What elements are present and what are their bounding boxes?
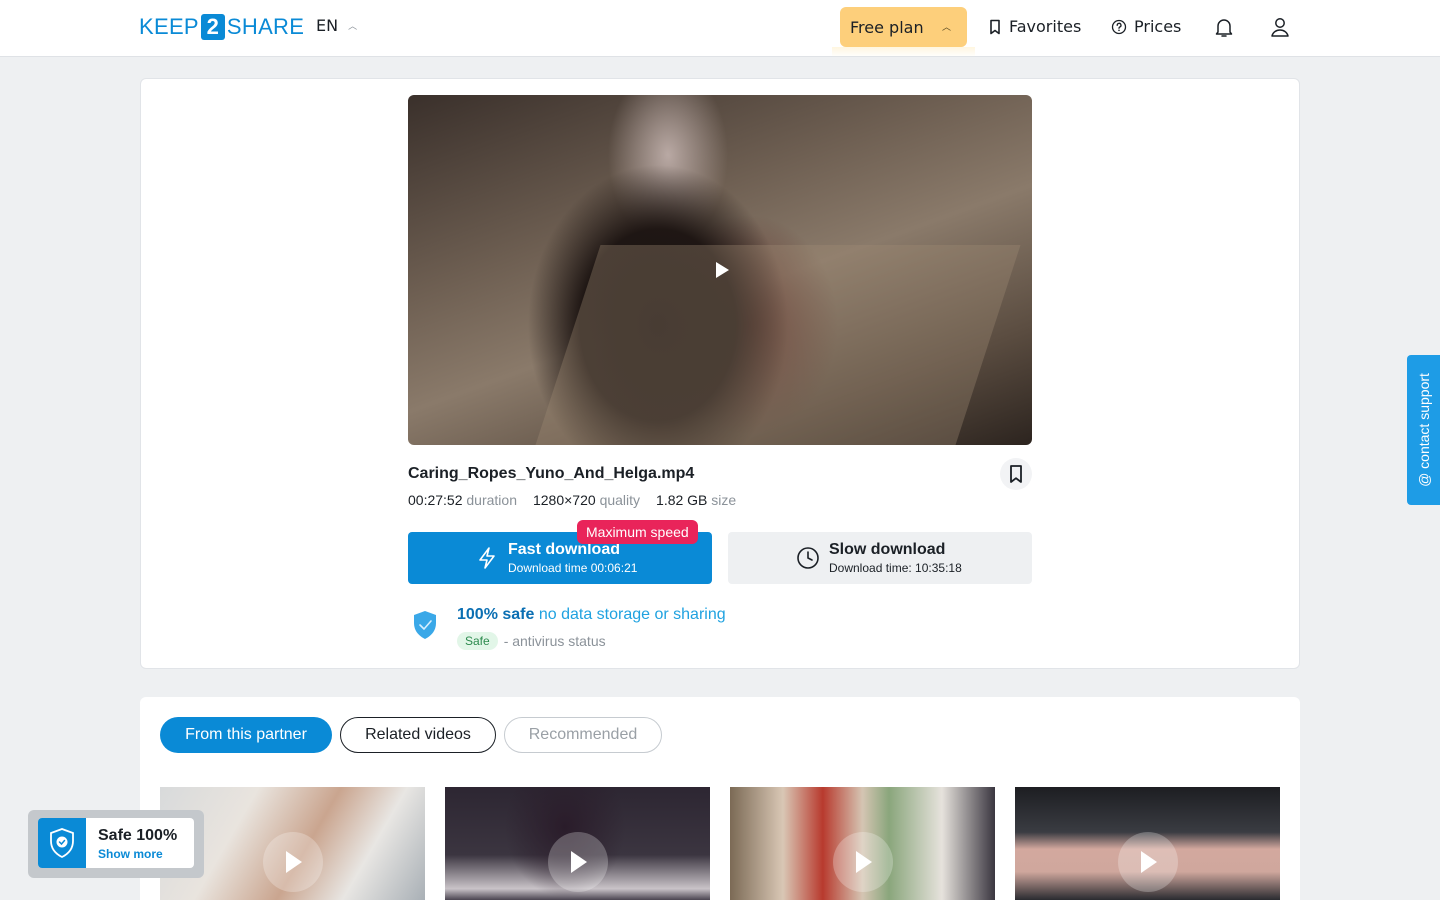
shield-box: [38, 818, 86, 868]
safe-badge: Safe: [457, 632, 498, 650]
free-plan-glow: [832, 47, 975, 57]
antivirus-status: Safe - antivirus status: [457, 632, 606, 650]
slow-download-button[interactable]: Slow download Download time: 10:35:18: [728, 532, 1032, 584]
shield-check-icon: [50, 828, 74, 858]
contact-support-label: @ contact support: [1415, 373, 1432, 487]
language-label: EN: [316, 16, 339, 35]
favorites-label: Favorites: [1009, 17, 1082, 36]
video-thumbnail[interactable]: [730, 787, 995, 900]
quality-value: 1280×720: [532, 492, 596, 508]
prices-link[interactable]: Prices: [1111, 17, 1181, 36]
favorites-link[interactable]: Favorites: [988, 17, 1081, 36]
keep2share-logo[interactable]: KEEP 2 SHARE: [139, 14, 304, 40]
slow-download-title: Slow download: [829, 541, 946, 558]
show-more-link[interactable]: Show more: [98, 847, 163, 861]
duration-value: 00:27:52: [408, 492, 463, 508]
quality-label: quality: [599, 492, 641, 508]
fast-download-time: Download time 00:06:21: [508, 561, 638, 575]
play-icon: [856, 851, 872, 873]
safe-widget-title: Safe 100%: [98, 827, 178, 844]
prices-label: Prices: [1134, 17, 1182, 36]
lightning-icon: [479, 547, 495, 569]
size-meta: 1.82 GB size: [656, 492, 736, 508]
duration-meta: 00:27:52 duration: [408, 492, 517, 508]
account-button[interactable]: [1268, 15, 1292, 43]
safety-statement: 100% safe no data storage or sharing: [457, 606, 726, 624]
chevron-up-icon: ︿: [941, 23, 951, 33]
top-header: KEEP 2 SHARE EN ︿ Free plan ︿ Favorites Pr…: [0, 0, 1440, 57]
add-to-favorites-button[interactable]: [1000, 458, 1032, 490]
help-circle-icon: [1111, 19, 1127, 34]
slow-download-time: Download time: 10:35:18: [829, 561, 962, 575]
maximum-speed-badge: Maximum speed: [577, 520, 698, 544]
notifications-button[interactable]: [1212, 15, 1236, 43]
size-label: size: [711, 492, 737, 508]
shield-check-icon: [414, 611, 436, 639]
file-name: Caring_Ropes_Yuno_And_Helga.mp4: [408, 465, 695, 482]
language-selector[interactable]: EN ︿: [316, 16, 357, 35]
safety-bold: 100% safe: [457, 606, 535, 623]
clock-icon: [797, 547, 819, 569]
safe-widget[interactable]: Safe 100% Show more: [38, 818, 194, 868]
play-button[interactable]: [833, 832, 893, 892]
video-thumbnail[interactable]: [1015, 787, 1280, 900]
file-metadata: 00:27:52 duration 1280×720 quality 1.82 …: [408, 492, 736, 508]
duration-label: duration: [466, 492, 517, 508]
logo-text-keep: KEEP: [139, 14, 199, 39]
bookmark-icon: [1010, 465, 1022, 483]
play-button[interactable]: [548, 832, 608, 892]
video-frame-floor: [535, 245, 1021, 445]
video-player[interactable]: [408, 95, 1032, 445]
bookmark-icon: [990, 19, 1000, 34]
bell-icon: [1215, 19, 1233, 37]
tab-related-videos[interactable]: Related videos: [340, 717, 496, 753]
contact-support-button[interactable]: @ contact support: [1407, 355, 1440, 505]
free-plan-label: Free plan: [850, 17, 924, 37]
tab-recommended[interactable]: Recommended: [504, 717, 662, 753]
chevron-up-icon: ︿: [348, 22, 358, 32]
logo-text-share: SHARE: [226, 14, 305, 39]
tab-from-this-partner[interactable]: From this partner: [160, 717, 332, 753]
user-icon: [1271, 18, 1289, 37]
play-icon: [286, 851, 302, 873]
safety-text: no data storage or sharing: [534, 606, 726, 623]
quality-meta: 1280×720 quality: [533, 492, 640, 508]
logo-text-2: 2: [200, 14, 225, 40]
play-icon[interactable]: [712, 259, 732, 281]
play-button[interactable]: [263, 832, 323, 892]
video-thumbnail[interactable]: [445, 787, 710, 900]
play-button[interactable]: [1118, 832, 1178, 892]
size-value: 1.82 GB: [656, 492, 708, 508]
antivirus-text: - antivirus status: [503, 633, 606, 649]
free-plan-button[interactable]: Free plan ︿: [840, 7, 967, 47]
play-icon: [1141, 851, 1157, 873]
play-icon: [571, 851, 587, 873]
